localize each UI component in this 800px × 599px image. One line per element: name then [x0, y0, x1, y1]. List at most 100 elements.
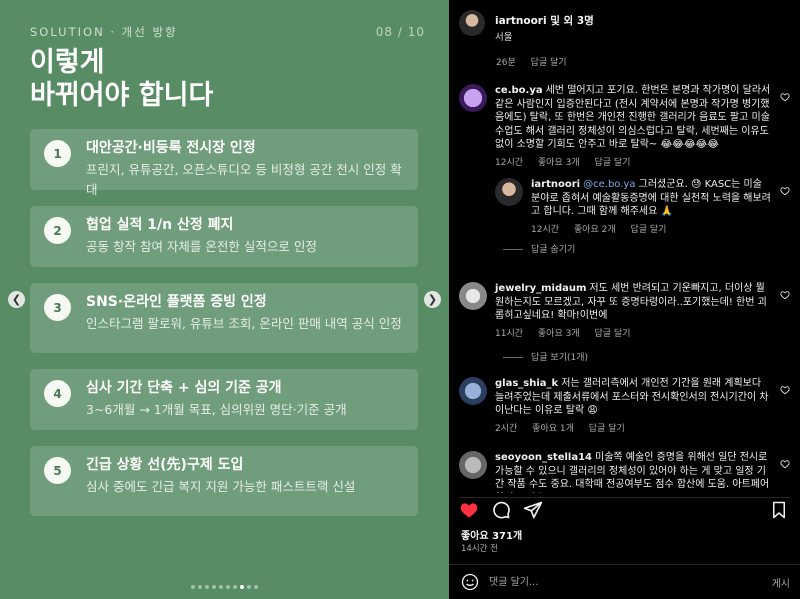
comment-time: 12시간 [531, 224, 560, 235]
comment-username[interactable]: iartnoori [531, 179, 580, 190]
comment: jewelry_midaum 저도 세번 반려되고 기운빠지고, 더이상 뭘원하는… [459, 282, 790, 339]
post-author[interactable]: iartnoori 및 외 3명 [495, 13, 594, 28]
carousel-slide: SOLUTION · 개선 방향 08 / 10 이렇게 바뀌어야 합니다 1 … [0, 0, 449, 599]
card-number: 2 [44, 217, 71, 244]
carousel-dot[interactable] [254, 585, 258, 589]
comment: seoyoon_stella14 미술쪽 예술인 증명을 위해선 일단 전시로 가… [459, 451, 790, 493]
avatar[interactable] [459, 84, 487, 112]
card-description: 프린지, 유튜공간, 오픈스튜디오 등 비정형 공간 전시 인정 확대 [86, 162, 402, 197]
card-number: 3 [44, 294, 71, 321]
comment: glas_shia_k 저는 갤러리측에서 개인전 기간을 원래 계획보다 늘려주… [459, 377, 790, 436]
card-description: 인스타그램 팔로워, 유튜브 조회, 온라인 판매 내역 공식 인정 [86, 316, 402, 331]
carousel-dot[interactable] [205, 585, 209, 589]
comment-body: glas_shia_k 저는 갤러리측에서 개인전 기간을 원래 계획보다 늘려주… [495, 377, 772, 436]
reply-button[interactable]: 답글 달기 [630, 225, 666, 235]
comment-mention[interactable]: @ce.bo.ya [583, 179, 635, 190]
comment-meta: 11시간 좋아요 3개 답글 달기 [495, 328, 772, 342]
show-replies-button[interactable]: 답글 보기(1개) [503, 350, 588, 363]
comment-body: seoyoon_stella14 미술쪽 예술인 증명을 위해선 일단 전시로 가… [495, 451, 772, 493]
title-line-2: 바뀌어야 합니다 [30, 80, 214, 111]
carousel-dot[interactable] [226, 585, 230, 589]
share-icon[interactable] [523, 500, 543, 520]
solution-list: 1 대안공간·비등록 전시장 인정 프린지, 유튜공간, 오픈스튜디오 등 비정… [30, 129, 418, 532]
chevron-left-icon: ❮ [11, 293, 22, 306]
avatar[interactable] [459, 282, 487, 310]
comment-username[interactable]: jewelry_midaum [495, 283, 586, 294]
reply-button[interactable]: 답글 달기 [594, 158, 630, 168]
comment-username[interactable]: glas_shia_k [495, 378, 558, 389]
carousel-dot[interactable] [212, 585, 216, 589]
card-title: SNS·온라인 플랫폼 증빙 인정 [86, 294, 267, 310]
action-icons [459, 500, 543, 520]
carousel-dots [0, 585, 449, 589]
avatar[interactable] [459, 377, 487, 405]
avatar[interactable] [495, 178, 523, 206]
comment-time: 2시간 [495, 423, 518, 434]
card-description: 심사 중에도 긴급 복지 지원 가능한 패스트트랙 신설 [86, 479, 356, 494]
comment-body: iartnoori @ce.bo.ya 그러셨군요. 😓 KASC는 미술 분야로… [531, 178, 772, 237]
like-icon[interactable] [780, 92, 790, 102]
section-label: SOLUTION · 개선 방향 [30, 25, 178, 39]
slide-header: SOLUTION · 개선 방향 08 / 10 [30, 24, 425, 40]
reply-button[interactable]: 답글 달기 [589, 424, 625, 434]
reply-button[interactable]: 답글 달기 [594, 329, 630, 339]
carousel-next-button[interactable]: ❯ [424, 291, 441, 308]
carousel-dot[interactable] [247, 585, 251, 589]
emoji-icon[interactable] [461, 573, 479, 591]
caption-reply-button[interactable]: 답글 달기 [531, 58, 567, 68]
comment-meta: 2시간 좋아요 1개 답글 달기 [495, 423, 772, 437]
comment-likes[interactable]: 좋아요 3개 [538, 158, 580, 168]
card-number: 1 [44, 140, 71, 167]
post-header: iartnoori 및 외 3명 서울 [457, 8, 792, 44]
comment-input-bar: 게시 [449, 564, 800, 599]
post-action-bar [459, 497, 790, 521]
comment-input[interactable] [489, 574, 729, 590]
page-counter: 08 / 10 [375, 25, 425, 39]
title-line-1: 이렇게 [30, 47, 105, 78]
carousel-dot[interactable] [219, 585, 223, 589]
card-title: 대안공간·비등록 전시장 인정 [86, 140, 256, 156]
comment-likes[interactable]: 좋아요 3개 [538, 329, 580, 339]
hide-replies-button[interactable]: 답글 숨기기 [503, 242, 575, 255]
carousel-prev-button[interactable]: ❮ [8, 291, 25, 308]
comment-likes[interactable]: 좋아요 1개 [532, 424, 574, 434]
caption-meta: 26분 답글 달기 [496, 55, 579, 68]
post-age: 14시간 전 [461, 544, 498, 554]
chevron-right-icon: ❯ [427, 293, 438, 306]
avatar[interactable] [459, 451, 487, 479]
solution-card: 4 심사 기간 단축 + 심의 기준 공개 3~6개월 → 1개월 목표, 심의… [30, 369, 418, 430]
comment-username[interactable]: seoyoon_stella14 [495, 452, 592, 463]
like-icon[interactable] [780, 186, 790, 196]
comment-likes[interactable]: 좋아요 2개 [574, 225, 616, 235]
card-description: 공동 창작 참여 자체를 온전한 실적으로 인정 [86, 239, 317, 254]
post-comment-button[interactable]: 게시 [772, 575, 790, 590]
comment-username[interactable]: ce.bo.ya [495, 85, 543, 96]
like-icon[interactable] [780, 290, 790, 300]
avatar[interactable] [459, 10, 485, 36]
card-number: 5 [44, 457, 71, 484]
carousel-dot[interactable] [240, 585, 244, 589]
solution-card: 3 SNS·온라인 플랫폼 증빙 인정 인스타그램 팔로워, 유튜브 조회, 온… [30, 283, 418, 353]
post-location[interactable]: 서울 [495, 29, 512, 43]
bookmark-icon[interactable] [770, 500, 788, 520]
solution-card: 2 협업 실적 1/n 산정 폐지 공동 창작 참여 자체를 온전한 실적으로 … [30, 206, 418, 267]
like-icon[interactable] [780, 459, 790, 469]
carousel-dot[interactable] [233, 585, 237, 589]
card-description: 3~6개월 → 1개월 목표, 심의위원 명단·기준 공개 [86, 402, 347, 417]
comments-panel: iartnoori 및 외 3명 서울 26분 답글 달기 ce.bo.ya 세번… [449, 0, 800, 599]
comment-body: ce.bo.ya 세번 떨어지고 포기요. 한번은 본명과 작가명이 달라서 같은… [495, 84, 772, 170]
likes-count[interactable]: 좋아요 371개 [461, 527, 522, 542]
card-number: 4 [44, 380, 71, 407]
comment-meta: 12시간 좋아요 2개 답글 달기 [531, 224, 772, 238]
solution-card: 5 긴급 상황 선(先)구제 도입 심사 중에도 긴급 복지 지원 가능한 패스… [30, 446, 418, 516]
card-title: 긴급 상황 선(先)구제 도입 [86, 457, 244, 473]
carousel-dot[interactable] [198, 585, 202, 589]
solution-card: 1 대안공간·비등록 전시장 인정 프린지, 유튜공간, 오픈스튜디오 등 비정… [30, 129, 418, 197]
heart-filled-icon[interactable] [459, 500, 479, 520]
carousel-dot[interactable] [191, 585, 195, 589]
comment-meta: 12시간 좋아요 3개 답글 달기 [495, 157, 772, 171]
card-title: 협업 실적 1/n 산정 폐지 [86, 217, 234, 233]
like-icon[interactable] [780, 385, 790, 395]
slide-title: 이렇게 바뀌어야 합니다 [30, 46, 213, 112]
comment-icon[interactable] [491, 500, 511, 520]
